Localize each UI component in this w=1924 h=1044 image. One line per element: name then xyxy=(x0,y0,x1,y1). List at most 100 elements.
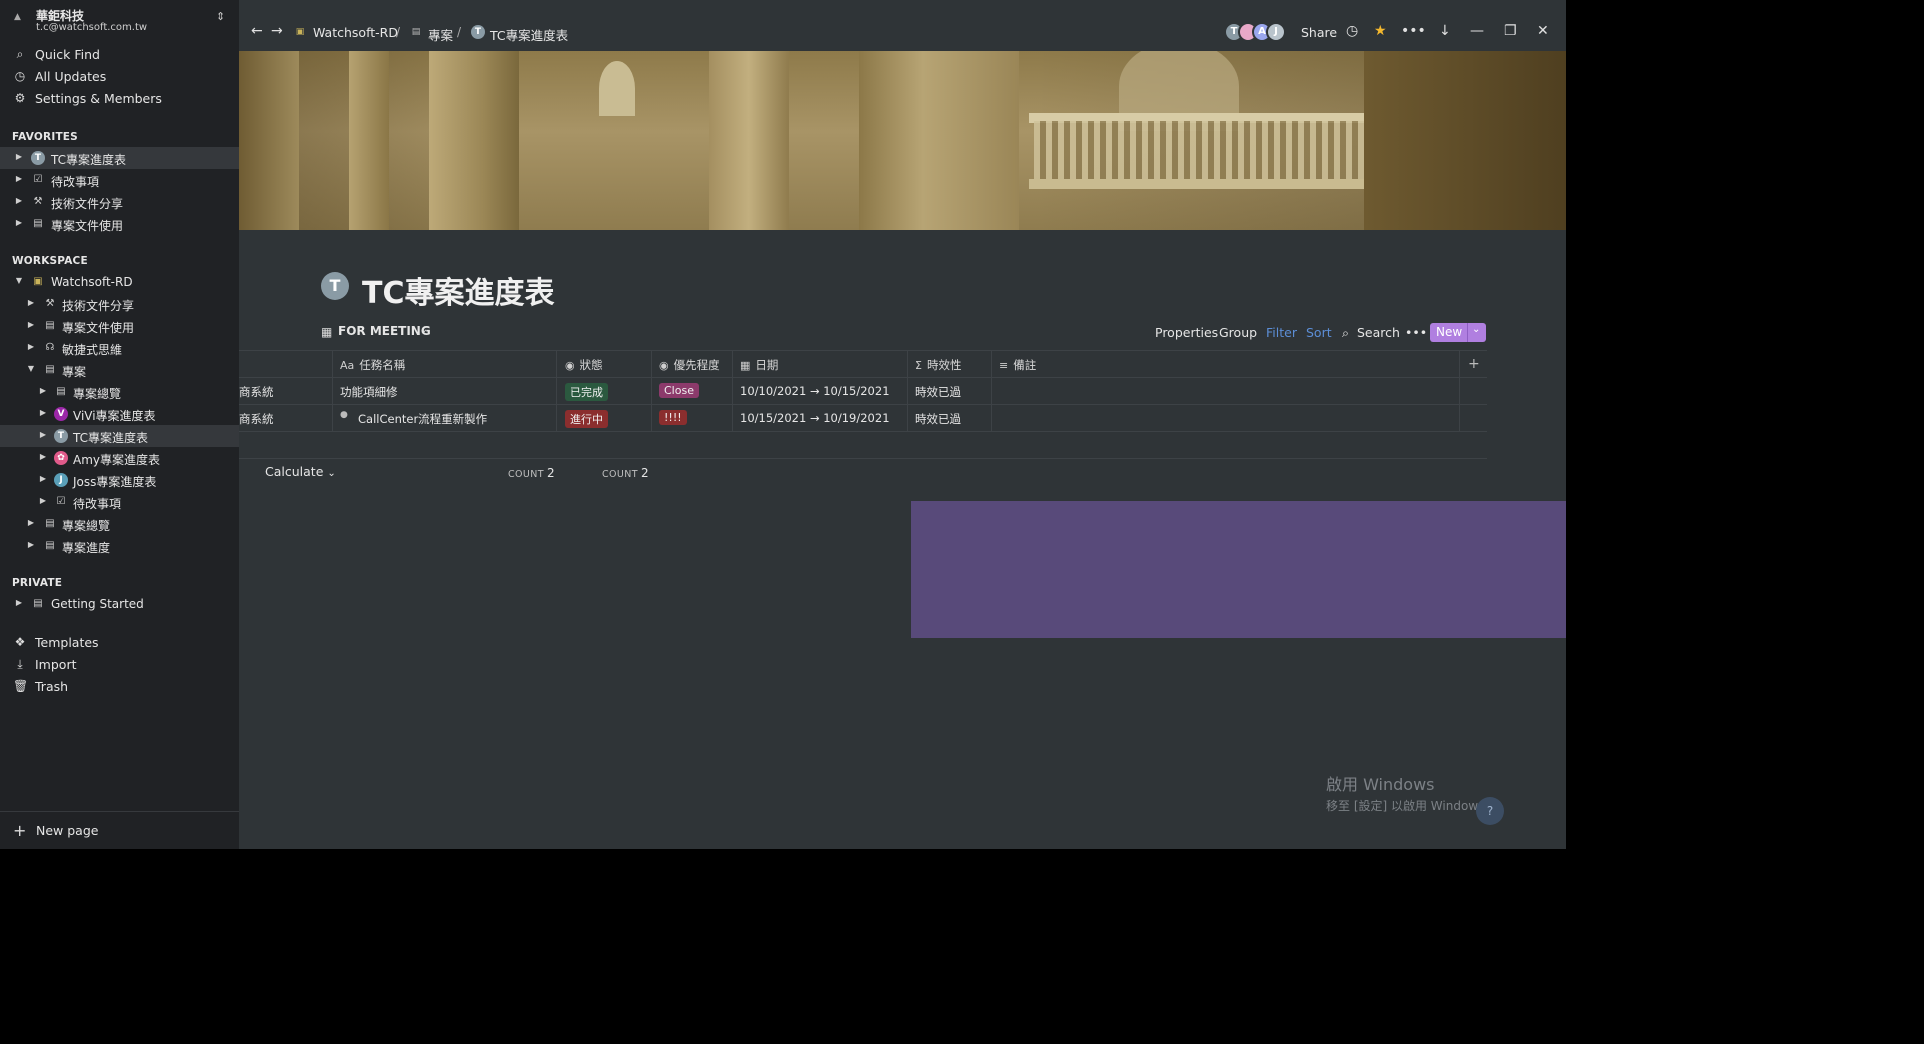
triangle-right-icon[interactable]: ▶ xyxy=(26,342,36,351)
task-name-cell[interactable]: CallCenter流程重新製作 xyxy=(358,411,487,427)
minimize-icon[interactable]: — xyxy=(1470,23,1484,39)
tree-item-agile[interactable]: ▶ ☊ 敏捷式思維 xyxy=(0,337,239,359)
more-icon[interactable]: ••• xyxy=(1401,23,1426,39)
triangle-right-icon[interactable]: ▶ xyxy=(38,430,48,439)
search-button[interactable]: Search xyxy=(1357,325,1400,340)
breadcrumb-project[interactable]: 專案 xyxy=(428,25,453,44)
calculate-button[interactable]: Calculate ⌄ xyxy=(265,464,336,479)
workspace-switcher[interactable]: ▲ 華鉅科技 t.c@watchsoft.com.tw ⇕ xyxy=(0,0,239,42)
trash-button[interactable]: 🗑 Trash xyxy=(0,675,239,697)
count-name[interactable]: COUNT 2 xyxy=(508,466,555,480)
page-title[interactable]: TC專案進度表 xyxy=(362,268,554,312)
column-header-timeliness[interactable]: Σ 時效性 xyxy=(915,357,961,373)
tree-item-vivi[interactable]: ▶ V ViVi專案進度表 xyxy=(0,403,239,425)
view-name: FOR MEETING xyxy=(338,324,431,338)
chevron-down-icon[interactable]: ⌄ xyxy=(1472,324,1480,335)
quick-find-button[interactable]: ⌕ Quick Find xyxy=(0,43,239,65)
new-page-button[interactable]: + New page xyxy=(0,811,239,849)
tree-item-tc[interactable]: ▶ T TC專案進度表 xyxy=(0,425,239,447)
tree-label: TC專案進度表 xyxy=(73,431,149,445)
share-button[interactable]: Share xyxy=(1301,25,1337,40)
tree-item-project-docs[interactable]: ▶ ▤ 專案文件使用 xyxy=(0,315,239,337)
star-icon[interactable]: ★ xyxy=(1374,23,1387,39)
triangle-right-icon[interactable]: ▶ xyxy=(14,196,24,205)
favorite-item-project-docs[interactable]: ▶ ▤ 專案文件使用 xyxy=(0,213,239,235)
tree-item-tech-docs[interactable]: ▶ ⚒ 技術文件分享 xyxy=(0,293,239,315)
tree-item-overview[interactable]: ▶ ▤ 專案總覽 xyxy=(0,381,239,403)
settings-button[interactable]: ⚙ Settings & Members xyxy=(0,87,239,109)
tree-item-joss[interactable]: ▶ J Joss專案進度表 xyxy=(0,469,239,491)
triangle-right-icon[interactable]: ▶ xyxy=(14,598,24,607)
page-icon-amy: ✿ xyxy=(54,451,68,465)
favorite-item-tech-docs[interactable]: ▶ ⚒ 技術文件分享 xyxy=(0,191,239,213)
triangle-right-icon[interactable]: ▶ xyxy=(14,174,24,183)
triangle-right-icon[interactable]: ▶ xyxy=(26,518,36,527)
group-button[interactable]: Group xyxy=(1219,325,1257,340)
close-icon[interactable]: ✕ xyxy=(1537,23,1549,39)
breadcrumb-workspace[interactable]: Watchsoft-RD xyxy=(313,25,398,40)
priority-badge[interactable]: Close xyxy=(659,383,699,398)
favorite-item-tc[interactable]: ▶ T TC專案進度表 xyxy=(0,147,239,169)
triangle-right-icon[interactable]: ▶ xyxy=(38,452,48,461)
properties-button[interactable]: Properties xyxy=(1155,325,1218,340)
triangle-right-icon[interactable]: ▶ xyxy=(26,540,36,549)
workspace-heading: WORKSPACE xyxy=(12,255,88,267)
triangle-right-icon[interactable]: ▶ xyxy=(26,298,36,307)
filter-button[interactable]: Filter xyxy=(1266,325,1297,340)
workspace-root[interactable]: ▼ ▣ Watchsoft-RD xyxy=(0,271,239,293)
triangle-right-icon[interactable]: ▶ xyxy=(38,474,48,483)
templates-button[interactable]: ❖ Templates xyxy=(0,631,239,653)
add-column-plus-icon[interactable]: + xyxy=(1468,356,1480,372)
favorites-heading: FAVORITES xyxy=(12,131,78,143)
task-name-cell[interactable]: 功能項細修 xyxy=(340,384,398,400)
history-icon[interactable]: ◷ xyxy=(1346,23,1358,39)
chevron-updown-icon[interactable]: ⇕ xyxy=(216,10,225,23)
project-cell[interactable]: 商系統 xyxy=(239,411,274,427)
date-cell[interactable]: 10/10/2021 → 10/15/2021 xyxy=(740,384,890,398)
status-badge[interactable]: 進行中 xyxy=(565,410,608,428)
restore-icon[interactable]: ❐ xyxy=(1504,23,1517,39)
tree-item-todo[interactable]: ▶ ☑ 待改事項 xyxy=(0,491,239,513)
forward-arrow-icon[interactable]: → xyxy=(271,23,283,39)
column-header-priority[interactable]: ◉ 優先程度 xyxy=(659,357,720,373)
count-value: 2 xyxy=(640,466,650,480)
tree-item-progress[interactable]: ▶ ▤ 專案進度 xyxy=(0,535,239,557)
select-property-icon: ◉ xyxy=(565,359,575,372)
import-button[interactable]: ⤓ Import xyxy=(0,653,239,675)
sort-button[interactable]: Sort xyxy=(1306,325,1332,340)
back-arrow-icon[interactable]: ← xyxy=(251,23,263,39)
priority-badge[interactable]: !!!! xyxy=(659,410,687,425)
breadcrumb-page[interactable]: TC專案進度表 xyxy=(490,25,568,44)
download-icon[interactable]: ↓ xyxy=(1439,23,1451,39)
date-cell[interactable]: 10/15/2021 → 10/19/2021 xyxy=(740,411,890,425)
all-updates-button[interactable]: ◷ All Updates xyxy=(0,65,239,87)
tree-item-amy[interactable]: ▶ ✿ Amy專案進度表 xyxy=(0,447,239,469)
triangle-right-icon[interactable]: ▶ xyxy=(38,408,48,417)
triangle-right-icon[interactable]: ▶ xyxy=(26,320,36,329)
favorite-item-todo[interactable]: ▶ ☑ 待改事項 xyxy=(0,169,239,191)
triangle-right-icon[interactable]: ▶ xyxy=(14,218,24,227)
page-icon-t[interactable]: T xyxy=(321,272,349,300)
page-icon-t: T xyxy=(471,25,485,39)
app-window: ▲ 華鉅科技 t.c@watchsoft.com.tw ⇕ ⌕ Quick Fi… xyxy=(0,0,1566,849)
help-icon[interactable]: ? xyxy=(1476,797,1504,825)
tree-label: 待改事項 xyxy=(73,497,122,511)
search-icon[interactable]: ⌕ xyxy=(1342,325,1349,341)
column-header-status[interactable]: ◉ 狀態 xyxy=(565,357,603,373)
column-header-name[interactable]: Aa 任務名稱 xyxy=(340,357,405,373)
triangle-down-icon[interactable]: ▼ xyxy=(26,364,36,373)
status-badge[interactable]: 已完成 xyxy=(565,383,608,401)
triangle-right-icon[interactable]: ▶ xyxy=(38,496,48,505)
tree-item-overview-2[interactable]: ▶ ▤ 專案總覽 xyxy=(0,513,239,535)
new-button[interactable]: New ⌄ xyxy=(1430,323,1486,342)
column-header-date[interactable]: ▦ 日期 xyxy=(740,357,778,373)
private-item-getting-started[interactable]: ▶ ▤ Getting Started xyxy=(0,593,239,615)
count-status[interactable]: COUNT 2 xyxy=(602,466,649,480)
project-cell[interactable]: 商系統 xyxy=(239,384,274,400)
more-icon[interactable]: ••• xyxy=(1405,325,1427,340)
triangle-down-icon[interactable]: ▼ xyxy=(14,276,24,285)
column-header-notes[interactable]: ≡ 備註 xyxy=(999,357,1036,373)
triangle-right-icon[interactable]: ▶ xyxy=(14,152,24,161)
tree-item-projects[interactable]: ▼ ▤ 專案 xyxy=(0,359,239,381)
triangle-right-icon[interactable]: ▶ xyxy=(38,386,48,395)
